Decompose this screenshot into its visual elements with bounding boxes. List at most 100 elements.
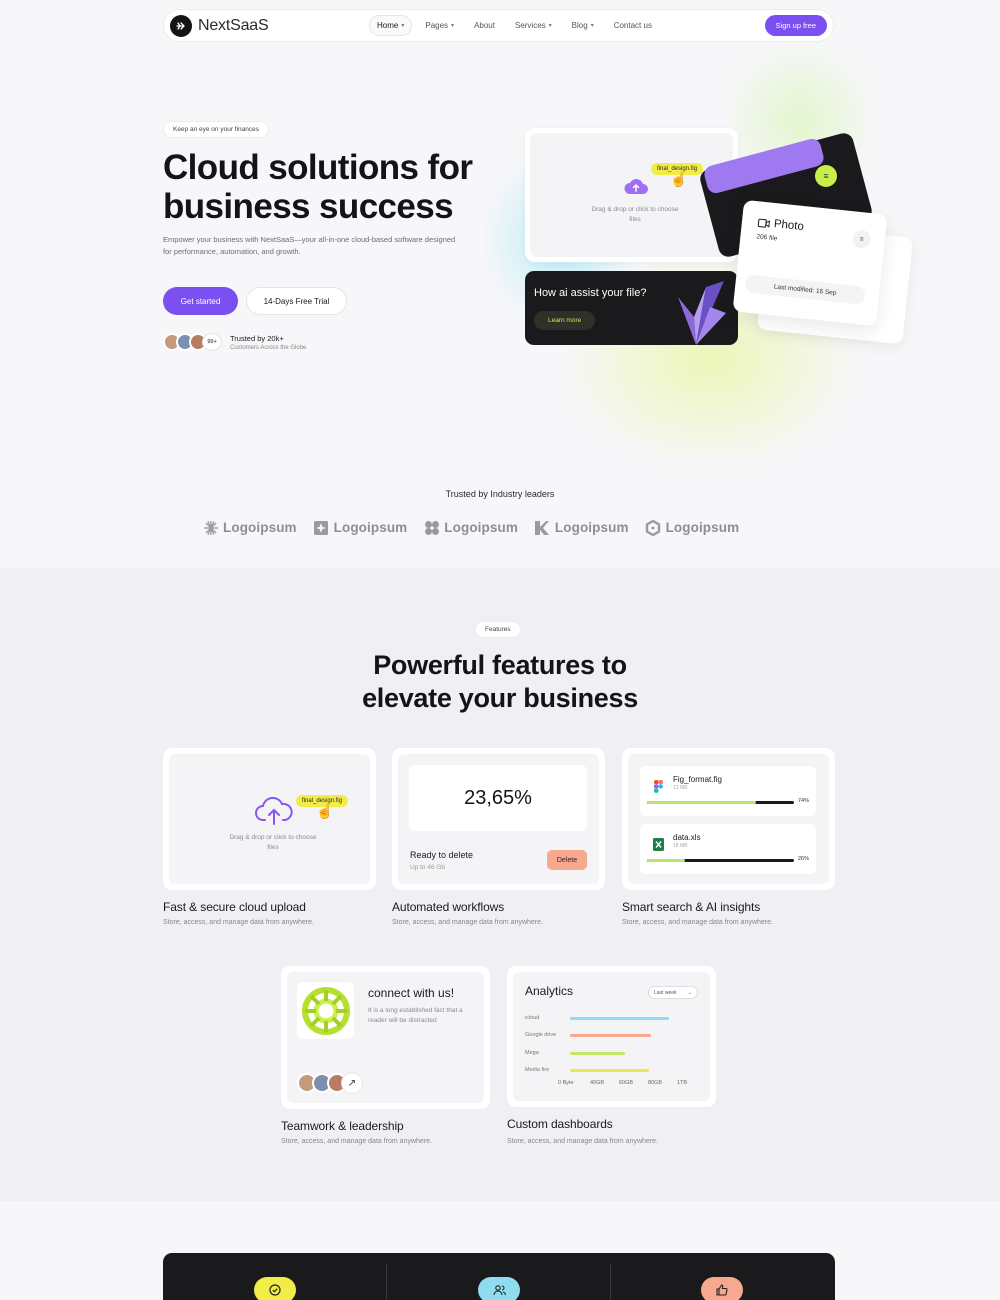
filter-icon[interactable]: ≡	[815, 165, 837, 187]
ai-title: How ai assist your file?	[534, 287, 647, 299]
axis-tick: 0 Byte	[558, 1080, 574, 1086]
avatar-count: 99+	[202, 333, 222, 351]
analytics-label: Google drive	[525, 1032, 557, 1038]
progress-bar	[647, 859, 794, 862]
file-size: 13 MB	[673, 785, 688, 791]
logo-text: NextSaaS	[198, 16, 269, 34]
file-name: data.xls	[673, 833, 701, 842]
analytics-bar	[570, 1069, 649, 1072]
trust-title: Trusted by 20k+	[230, 334, 284, 343]
size-limit-label: Up to 46 Gb	[410, 864, 446, 871]
progress-percent: 74%	[798, 798, 810, 804]
more-options-icon[interactable]: ≡	[851, 229, 872, 250]
upload-instructions: Drag & drop or click to choose files	[591, 206, 679, 223]
navbar: NextSaaS Home ▾ Pages ▾ About Services ▾ Bl…	[163, 9, 834, 42]
feature-card-search: Fig_format.fig 13 MB 74% data.xls 18 MB …	[622, 748, 835, 890]
users-icon	[478, 1277, 520, 1300]
divider	[610, 1263, 611, 1300]
signup-button[interactable]: Sign up free	[764, 15, 827, 36]
stats-strip	[163, 1253, 835, 1300]
range-select[interactable]: Last week ⌄	[648, 986, 698, 999]
nav-links: Home ▾ Pages ▾ About Services ▾ Blog ▾ Conta…	[369, 15, 659, 36]
progress-bar	[647, 801, 794, 804]
get-started-button[interactable]: Get started	[163, 287, 238, 315]
ai-assist-card: How ai assist your file? Learn more	[525, 271, 738, 345]
nav-home-label: Home	[377, 21, 399, 30]
chevron-down-icon: ▾	[401, 23, 405, 29]
hand-cursor-icon: ☝	[670, 171, 688, 187]
feature-title: Fast & secure cloud upload	[163, 900, 306, 914]
arrow-up-right-icon[interactable]: ↗	[341, 1072, 363, 1094]
analytics-title: Analytics	[525, 984, 574, 998]
nav-home[interactable]: Home ▾	[369, 15, 413, 36]
connect-panel: connect with us! It is a long establishe…	[287, 972, 484, 1103]
chevron-down-icon: ▾	[548, 23, 552, 29]
hexagon-ring-icon	[645, 519, 662, 536]
axis-tick: 80GB	[648, 1080, 663, 1086]
chevron-down-icon: ▾	[590, 23, 594, 29]
lime-sphere-icon	[297, 982, 354, 1039]
k-mark-icon	[534, 519, 551, 536]
analytics-label: Media fire	[525, 1067, 550, 1073]
percent-display: 23,65%	[409, 765, 587, 831]
file-row[interactable]: Fig_format.fig 13 MB 74%	[640, 766, 816, 816]
partner-logo: Logoipsum	[423, 519, 518, 536]
customer-avatars: 99+	[163, 333, 222, 351]
feature-subtitle: Store, access, and manage data from anyw…	[622, 919, 773, 926]
photo-modified: Last modified: 16 Sep	[744, 274, 866, 305]
upload-instructions: Drag & drop or click to choose files	[229, 834, 317, 851]
partner-logo-text: Logoipsum	[665, 520, 740, 535]
feature-title: Custom dashboards	[507, 1117, 613, 1131]
range-select-value: Last week	[654, 989, 677, 996]
free-trial-button[interactable]: 14-Days Free Trial	[246, 287, 347, 315]
feature-card-teamwork: connect with us! It is a long establishe…	[281, 966, 490, 1109]
nav-blog[interactable]: Blog ▾	[565, 16, 601, 35]
logo[interactable]: NextSaaS	[170, 14, 269, 37]
features-heading-line1: Powerful features to	[373, 650, 627, 680]
nav-contact[interactable]: Contact us	[607, 16, 659, 35]
photo-title-text: Photo	[773, 218, 805, 234]
partner-logo-text: Logoipsum	[333, 520, 408, 535]
nav-services[interactable]: Services ▾	[508, 16, 559, 35]
check-circle-icon	[254, 1277, 296, 1300]
partner-logo: Logoipsum	[645, 519, 740, 536]
feature-title: Smart search & AI insights	[622, 900, 761, 914]
upload-dropzone[interactable]: Drag & drop or click to choose files fin…	[530, 133, 733, 257]
hero-tag: Keep an eye on your finances	[163, 121, 270, 138]
figma-icon	[654, 780, 663, 793]
workflow-panel: 23,65% Ready to delete Up to 46 Gb Delet…	[398, 754, 599, 884]
star-box-icon	[313, 519, 330, 536]
file-name: Fig_format.fig	[673, 775, 722, 784]
analytics-panel: Analytics Last week ⌄ icloud Google drive…	[513, 972, 710, 1101]
photo-count: 206 file	[756, 233, 778, 243]
photo-folder-card[interactable]: Photo 206 file ≡ Last modified: 16 Sep	[732, 199, 888, 327]
nav-about[interactable]: About	[467, 16, 502, 35]
analytics-label: icloud	[525, 1015, 540, 1021]
trusted-heading: Trusted by Industry leaders	[445, 489, 555, 499]
cloud-upload-icon	[624, 179, 648, 194]
feature-subtitle: Store, access, and manage data from anyw…	[281, 1138, 432, 1145]
photo-title: Photo	[757, 216, 804, 233]
chevron-down-icon: ⌄	[687, 989, 692, 996]
crystal-icon	[678, 281, 726, 345]
video-icon	[757, 218, 771, 228]
connect-title: connect with us!	[368, 986, 455, 1000]
progress-fill	[647, 801, 756, 804]
upload-dropzone[interactable]: Drag & drop or click to choose files fin…	[169, 754, 370, 884]
partner-logo: Logoipsum	[202, 519, 297, 536]
trust-subtitle: Customers Across the Globe	[230, 345, 307, 351]
delete-button[interactable]: Delete	[547, 850, 587, 870]
analytics-label: Mega	[525, 1050, 539, 1056]
hero-subtitle: Empower your business with NextSaaS—your…	[163, 235, 456, 256]
nav-pages[interactable]: Pages ▾	[418, 16, 461, 35]
hero-title: Cloud solutions for business success	[163, 148, 483, 226]
learn-more-button[interactable]: Learn more	[534, 311, 596, 330]
file-size: 18 MB	[673, 843, 688, 849]
partner-logos: Logoipsum Logoipsum Logoipsum Logoipsum …	[202, 519, 739, 536]
feature-card-analytics: Analytics Last week ⌄ icloud Google drive…	[507, 966, 716, 1107]
features-heading: Powerful features to elevate your busine…	[0, 649, 1000, 715]
progress-fill	[647, 859, 686, 862]
file-row[interactable]: data.xls 18 MB 26%	[640, 824, 816, 874]
feature-subtitle: Store, access, and manage data from anyw…	[163, 919, 314, 926]
divider	[386, 1263, 387, 1300]
